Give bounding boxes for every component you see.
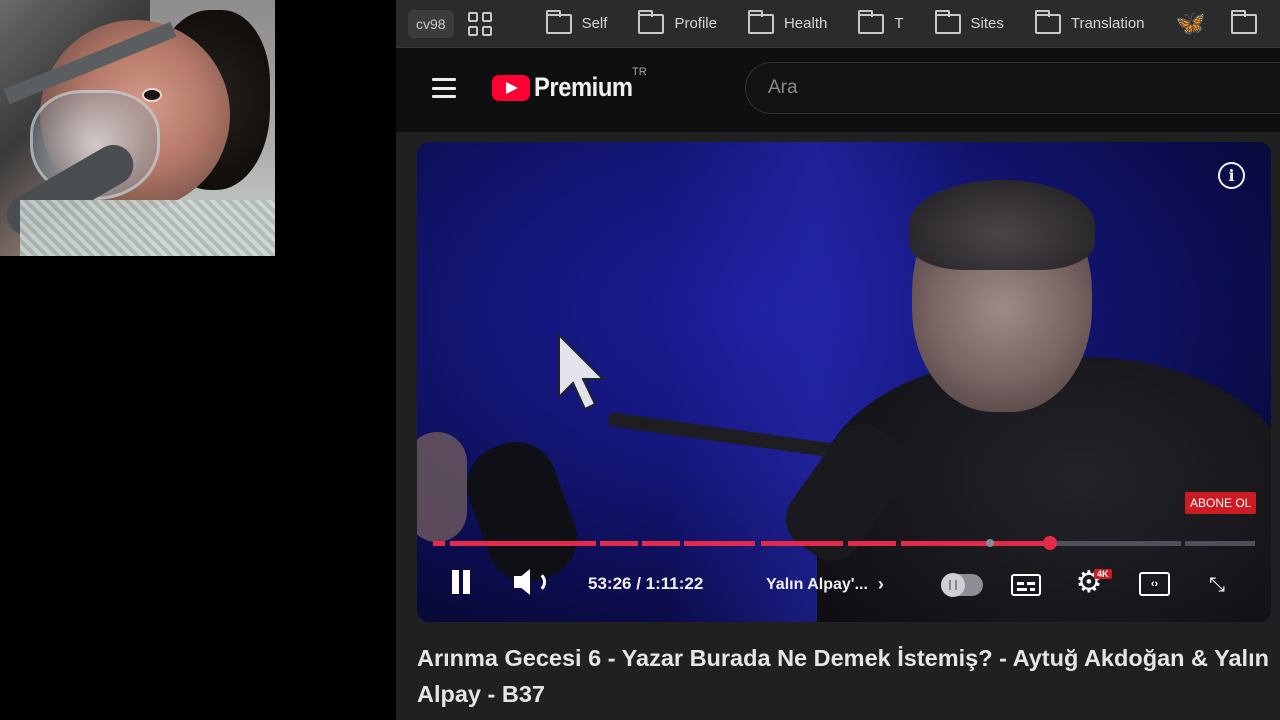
info-glyph: i (1228, 166, 1235, 185)
folder-icon (1034, 9, 1061, 34)
logo-country-code: TR (632, 66, 647, 78)
bluesky-butterfly-icon[interactable]: 🦋 (1176, 11, 1206, 36)
progress-chapter-segment (600, 541, 638, 546)
bookmark-folder-label: Sites (970, 15, 1004, 32)
subscribe-watermark-badge[interactable]: ABONE OL (1185, 492, 1257, 514)
progress-chapter-segment (433, 541, 445, 546)
autoplay-toggle[interactable] (941, 573, 983, 597)
video-guest-hand (417, 432, 467, 542)
pause-button[interactable] (450, 570, 472, 594)
search-placeholder: Ara (768, 77, 798, 98)
folder-icon (858, 9, 885, 34)
youtube-header: Premium TR Ara (396, 48, 1280, 132)
chevron-right-icon: › (877, 574, 884, 594)
bookmark-folder-sites[interactable]: Sites (934, 9, 1004, 34)
video-speaker-hair (909, 180, 1095, 270)
info-icon[interactable]: i (1218, 162, 1245, 189)
bookmarks-bar: cv98 Self Profile Health T Sites Transla… (396, 0, 1280, 48)
player-controls: 53:26 / 1:11:22 Yalın Alpay'... › ⚙ 4K ‹… (417, 562, 1271, 610)
video-title: Arınma Gecesi 6 - Yazar Burada Ne Demek … (417, 645, 1269, 707)
subtitles-icon[interactable] (1011, 574, 1041, 596)
mouse-cursor-icon (558, 333, 606, 411)
webcam-blanket (20, 200, 275, 256)
time-display: 53:26 / 1:11:22 (588, 574, 704, 593)
bookmark-folder-label: Translation (1070, 15, 1145, 32)
folder-icon (545, 9, 572, 34)
progress-chapter-segment (761, 541, 843, 546)
folder-icon (1231, 9, 1258, 34)
youtube-play-logo-icon (492, 74, 530, 101)
bookmark-folder-translation[interactable]: Translation (1034, 9, 1145, 34)
progress-remaining-segment (1052, 541, 1181, 546)
chapter-title-button[interactable]: Yalın Alpay'... › (766, 574, 884, 595)
bookmark-folder-label: Self (581, 15, 608, 32)
bookmark-folder-health[interactable]: Health (747, 9, 828, 34)
folder-icon (638, 9, 665, 34)
apps-grid-icon[interactable] (467, 11, 492, 36)
search-input[interactable]: Ara (745, 62, 1280, 114)
progress-bar[interactable] (433, 536, 1255, 550)
bookmark-folder-profile[interactable]: Profile (638, 9, 717, 34)
webcam-eye (142, 88, 162, 102)
bookmark-folder-label: Health (783, 15, 828, 32)
youtube-premium-logo[interactable]: Premium TR (492, 66, 647, 103)
folder-icon (747, 9, 774, 34)
progress-chapter-segment (642, 541, 680, 546)
progress-scrubber-handle[interactable] (1043, 536, 1057, 550)
theater-mode-icon[interactable]: ‹› (1139, 572, 1170, 596)
fullscreen-icon[interactable]: ⤡ (1204, 572, 1230, 598)
progress-chapter-segment (684, 541, 755, 546)
bookmark-folder-overflow[interactable] (1231, 9, 1267, 34)
progress-chapter-segment (450, 541, 596, 546)
progress-chapter-segment (901, 541, 987, 546)
browser-window: cv98 Self Profile Health T Sites Transla… (396, 0, 1280, 720)
video-player[interactable]: i ABONE OL 53:26 / 1:11:22 Yalın Alpay'.… (417, 142, 1271, 622)
folder-icon (934, 9, 961, 34)
bookmark-folder-self[interactable]: Self (545, 9, 608, 34)
chapter-marker (986, 539, 994, 547)
menu-hamburger-icon[interactable] (432, 78, 456, 98)
chapter-label: Yalın Alpay'... (766, 575, 868, 593)
progress-remaining-segment (1185, 541, 1255, 546)
quality-4k-badge: 4K (1094, 569, 1112, 579)
progress-chapter-segment (991, 541, 1050, 546)
bookmark-folder-t[interactable]: T (858, 9, 904, 34)
bookmark-folder-label: T (894, 15, 904, 32)
bookmark-folder-label: Profile (674, 15, 717, 32)
webcam-overlay (0, 0, 275, 256)
autoplay-pause-icon (949, 580, 957, 590)
progress-chapter-segment (848, 541, 896, 546)
logo-text: Premium (534, 72, 633, 102)
volume-icon[interactable] (513, 568, 547, 596)
profile-chip[interactable]: cv98 (408, 9, 454, 38)
